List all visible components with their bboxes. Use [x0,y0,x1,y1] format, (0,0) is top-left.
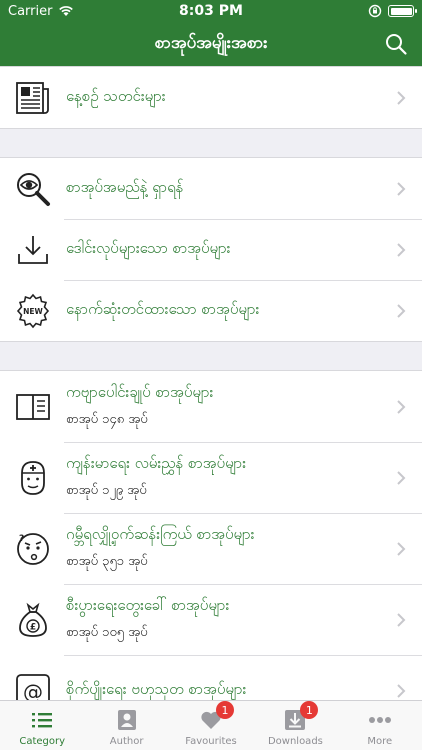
svg-text:?: ? [19,534,24,544]
doctor-icon [14,459,52,497]
status-bar: Carrier 8:03 PM [0,0,422,22]
battery-level [390,7,412,15]
list-item[interactable]: ဒေါင်းလုပ်များသော စာအုပ်များ [0,219,422,280]
search-icon[interactable] [384,32,408,56]
download-tray-icon: 1 [282,701,319,733]
wifi-icon [59,6,74,16]
heart-icon: 1 [198,701,235,733]
tab-bar: Category Author 1 Favourites 1 Downloads… [0,700,422,750]
chevron-right-icon [397,90,406,105]
money-bag-icon: £ [14,601,52,639]
tab-category[interactable]: Category [0,701,84,750]
tab-more[interactable]: More [338,701,422,750]
chevron-right-icon [397,303,406,318]
tab-label: Downloads [267,736,323,747]
row-title: စီးပွားရေးတွေးခေါ် စာအုပ်များ [66,596,230,614]
favourites-badge: 1 [216,701,235,719]
svg-text:@: @ [23,680,43,701]
svg-text:NEW: NEW [23,307,43,316]
row-count: စာအုပ် ၁၀၅ အုပ် [66,625,148,640]
category-list[interactable]: နေ့စဉ် သတင်းများ စာအုပ်အမည်နဲ့ ရှာရန် ဒေ… [0,66,422,700]
row-count: စာအုပ် ၁၄၈ အုပ် [66,412,148,427]
row-title: ဒေါင်းလုပ်များသော စာအုပ်များ [66,238,231,257]
list-item[interactable]: NEW နောက်ဆုံးတင်ထားသော စာအုပ်များ [0,280,422,341]
chevron-right-icon [397,181,406,196]
tab-label: Category [19,736,66,747]
tab-author[interactable]: Author [84,701,168,750]
row-title: ကဗျာပေါင်းချုပ် စာအုပ်များ [66,383,214,401]
tab-label: Author [109,736,144,747]
at-sign-icon: @ [14,672,52,701]
list-item[interactable]: ကဗျာပေါင်းချုပ် စာအုပ်များ စာအုပ် ၁၄၈ အု… [0,371,422,442]
list-item[interactable]: နေ့စဉ် သတင်းများ [0,67,422,128]
list-item[interactable]: @ စိုက်ပျိုးရေး ဗဟုသုတ စာအုပ်များ [0,655,422,700]
section-browse: စာအုပ်အမည်နဲ့ ရှာရန် ဒေါင်းလုပ်များသော စ… [0,157,422,342]
list-item[interactable]: ကျန်းမာရေး လမ်းညွှန် စာအုပ်များ စာအုပ် ၁… [0,442,422,513]
chevron-right-icon [397,470,406,485]
rotation-lock-icon [368,4,382,18]
new-badge-icon: NEW [14,292,52,330]
section-news: နေ့စဉ် သတင်းများ [0,66,422,129]
chevron-right-icon [397,683,406,698]
tab-favourites[interactable]: 1 Favourites [169,701,253,750]
more-icon [367,707,393,733]
list-item[interactable]: စာအုပ်အမည်နဲ့ ရှာရန် [0,158,422,219]
row-title: ကျန်းမာရေး လမ်းညွှန် စာအုပ်များ [66,454,247,472]
row-count: စာအုပ် ၃၅၁ အုပ် [66,554,148,569]
row-title: စာအုပ်အမည်နဲ့ ရှာရန် [66,177,184,196]
chevron-right-icon [397,399,406,414]
magnifier-eye-icon [14,170,52,208]
chevron-right-icon [397,612,406,627]
page-title: စာအုပ်အမျိုးအစား [154,32,268,53]
newspaper-icon [14,79,52,117]
svg-text:£: £ [30,622,36,632]
thinking-face-icon: ? [14,530,52,568]
battery-icon [388,5,417,17]
download-icon [14,231,52,269]
downloads-badge: 1 [300,701,319,719]
author-icon [114,707,140,733]
row-title: နေ့စဉ် သတင်းများ [66,86,166,105]
row-count: စာအုပ် ၁၂၉ အုပ် [66,483,147,498]
nav-bar: စာအုပ်အမျိုးအစား [0,22,422,66]
row-title: နောက်ဆုံးတင်ထားသော စာအုပ်များ [66,299,260,318]
row-title: ဂမ္ဘီရလျှို့ဝှက်ဆန်းကြယ် စာအုပ်များ [66,525,255,543]
tab-label: More [367,736,393,747]
section-categories: ကဗျာပေါင်းချုပ် စာအုပ်များ စာအုပ် ၁၄၈ အု… [0,370,422,700]
chevron-right-icon [397,541,406,556]
tab-label: Favourites [185,736,237,747]
carrier-label: Carrier [8,3,53,19]
chevron-right-icon [397,242,406,257]
list-item[interactable]: ? ဂမ္ဘီရလျှို့ဝှက်ဆန်းကြယ် စာအုပ်များ စာ… [0,513,422,584]
open-book-icon [14,388,52,426]
list-icon [29,707,55,733]
tab-downloads[interactable]: 1 Downloads [253,701,337,750]
row-title: စိုက်ပျိုးရေး ဗဟုသုတ စာအုပ်များ [66,679,247,698]
list-item[interactable]: £ စီးပွားရေးတွေးခေါ် စာအုပ်များ စာအုပ် ၁… [0,584,422,655]
